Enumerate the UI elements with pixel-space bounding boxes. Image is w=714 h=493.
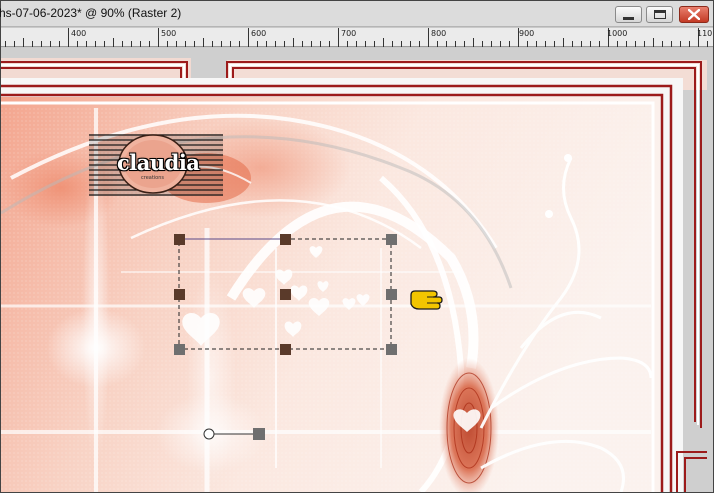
handle-top-right[interactable] <box>386 234 397 245</box>
maximize-button[interactable] <box>646 6 673 23</box>
ruler-label: 600 <box>251 29 267 38</box>
image-canvas[interactable]: claudia creations <box>1 48 713 492</box>
handle-top-middle[interactable] <box>280 234 291 245</box>
close-icon <box>688 9 700 20</box>
handle-bottom-left[interactable] <box>174 344 185 355</box>
handle-bottom-middle[interactable] <box>280 344 291 355</box>
minimize-button[interactable] <box>615 6 642 23</box>
ruler-label: 110 <box>697 29 713 38</box>
close-button[interactable] <box>679 6 709 23</box>
ruler-label: 800 <box>431 29 447 38</box>
maximize-icon <box>653 10 666 19</box>
ruler-label: 400 <box>71 29 87 38</box>
handle-top-left[interactable] <box>174 234 185 245</box>
pick-tool-pointer-icon <box>410 290 443 310</box>
watermark-logo-subtext: creations <box>141 175 165 181</box>
handle-middle-left[interactable] <box>174 289 185 300</box>
ruler-label: 500 <box>161 29 177 38</box>
minimize-icon <box>623 16 634 20</box>
ruler-label: 900 <box>519 29 535 38</box>
ruler-label: 1000 <box>607 29 628 38</box>
handle-center[interactable] <box>280 289 291 300</box>
title-bar[interactable]: hs-07-06-2023* @ 90% (Raster 2) <box>0 1 713 27</box>
horizontal-ruler[interactable]: 400 500 600 700 800 900 1000 110 <box>1 28 713 47</box>
paint-program-window: hs-07-06-2023* @ 90% (Raster 2) 400 500 … <box>0 0 714 493</box>
handle-bottom-right[interactable] <box>386 344 397 355</box>
handle-middle-right[interactable] <box>386 289 397 300</box>
window-title: hs-07-06-2023* @ 90% (Raster 2) <box>0 6 182 20</box>
watermark-logo-text: claudia <box>117 150 200 175</box>
ruler-label: 700 <box>341 29 357 38</box>
rotation-handle[interactable] <box>253 428 265 440</box>
